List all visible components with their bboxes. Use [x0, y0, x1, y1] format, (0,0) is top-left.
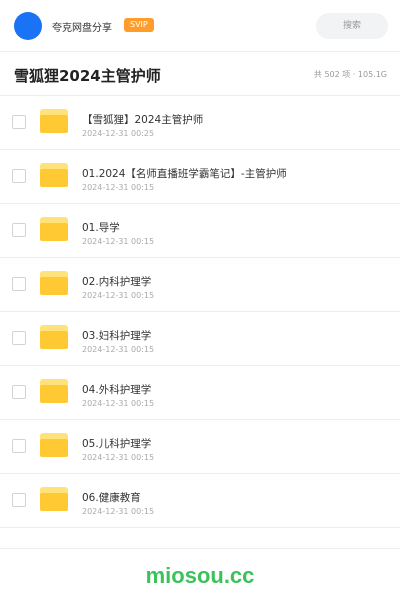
row-checkbox[interactable]: [12, 277, 26, 291]
search-input[interactable]: 搜索: [316, 13, 388, 39]
file-row[interactable]: 06.健康教育 2024-12-31 00:15: [0, 474, 400, 528]
watermark: miosou.cc: [145, 563, 255, 588]
folder-icon: [40, 325, 68, 349]
file-name[interactable]: 06.健康教育: [82, 490, 141, 505]
file-row[interactable]: 02.内科护理学 2024-12-31 00:15: [0, 258, 400, 312]
folder-icon: [40, 379, 68, 403]
file-date: 2024-12-31 00:15: [82, 507, 155, 516]
file-row[interactable]: 05.儿科护理学 2024-12-31 00:15: [0, 420, 400, 474]
file-summary: 共 502 项 · 105.1G: [313, 70, 387, 79]
file-date: 2024-12-31 00:15: [82, 399, 155, 408]
folder-icon: [40, 487, 68, 511]
file-date: 2024-12-31 00:15: [82, 291, 155, 300]
file-name[interactable]: 01.2024【名师直播班学霸笔记】-主管护师: [82, 166, 287, 181]
file-row[interactable]: 【雪狐狸】2024主管护师 2024-12-31 00:25: [0, 96, 400, 150]
file-row[interactable]: 01.2024【名师直播班学霸笔记】-主管护师 2024-12-31 00:15: [0, 150, 400, 204]
file-row[interactable]: 03.妇科护理学 2024-12-31 00:15: [0, 312, 400, 366]
row-checkbox[interactable]: [12, 493, 26, 507]
folder-icon: [40, 163, 68, 187]
share-name: 夸克网盘分享: [52, 23, 112, 34]
row-checkbox[interactable]: [12, 439, 26, 453]
file-date: 2024-12-31 00:15: [82, 453, 155, 462]
file-row[interactable]: 04.外科护理学 2024-12-31 00:15: [0, 366, 400, 420]
footer: miosou.cc: [0, 548, 400, 600]
row-checkbox[interactable]: [12, 115, 26, 129]
file-name[interactable]: 01.导学: [82, 220, 120, 235]
svip-badge: SVIP: [124, 18, 154, 32]
folder-icon: [40, 433, 68, 457]
row-checkbox[interactable]: [12, 331, 26, 345]
file-date: 2024-12-31 00:15: [82, 183, 155, 192]
file-date: 2024-12-31 00:15: [82, 345, 155, 354]
file-list: 【雪狐狸】2024主管护师 2024-12-31 00:25 01.2024【名…: [0, 96, 400, 528]
folder-icon: [40, 217, 68, 241]
title-bar: 雪狐狸2024主管护师 共 502 项 · 105.1G: [0, 52, 400, 96]
avatar[interactable]: [14, 12, 42, 40]
page-title: 雪狐狸2024主管护师: [14, 67, 161, 85]
folder-icon: [40, 271, 68, 295]
file-name[interactable]: 【雪狐狸】2024主管护师: [82, 112, 203, 127]
file-name[interactable]: 05.儿科护理学: [82, 436, 151, 451]
file-row[interactable]: 01.导学 2024-12-31 00:15: [0, 204, 400, 258]
row-checkbox[interactable]: [12, 385, 26, 399]
header: 夸克网盘分享 SVIP 搜索: [0, 0, 400, 52]
file-date: 2024-12-31 00:15: [82, 237, 155, 246]
file-name[interactable]: 04.外科护理学: [82, 382, 151, 397]
file-name[interactable]: 03.妇科护理学: [82, 328, 151, 343]
folder-icon: [40, 109, 68, 133]
row-checkbox[interactable]: [12, 169, 26, 183]
file-name[interactable]: 02.内科护理学: [82, 274, 151, 289]
file-date: 2024-12-31 00:25: [82, 129, 155, 138]
row-checkbox[interactable]: [12, 223, 26, 237]
